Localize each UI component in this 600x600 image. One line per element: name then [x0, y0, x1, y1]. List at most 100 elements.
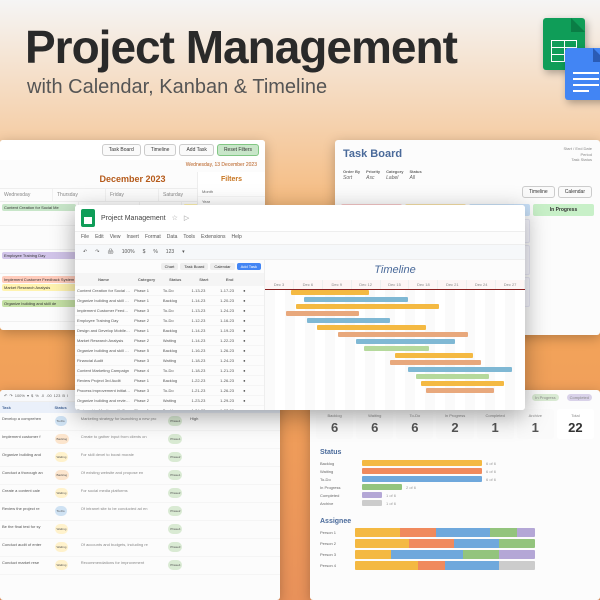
table-row[interactable]: Conduct market reseWaitingRecommendation… — [0, 557, 280, 575]
menu-item[interactable]: Insert — [126, 234, 139, 240]
assignee-row: Person 1 — [320, 528, 590, 537]
gantt-bar[interactable] — [390, 360, 481, 365]
status-bar-row: Backlog6 of 6 — [320, 460, 590, 466]
table-row[interactable]: Financial AuditPhase 3Waiting1-18-231-24… — [75, 356, 264, 366]
board-button[interactable]: Task Board — [180, 263, 208, 270]
table-row[interactable]: Process improvement initiative forPhase … — [75, 386, 264, 396]
assignee-row: Person 4 — [320, 561, 590, 570]
table-row[interactable]: Implement Customer Feedback SysPhase 3To… — [75, 306, 264, 316]
status-card: Archive1 — [517, 409, 554, 439]
table-row[interactable]: Conduct a thorough anBacklogOf existing … — [0, 467, 280, 485]
status-bar-row: Waiting6 of 6 — [320, 468, 590, 474]
gantt-bar[interactable] — [356, 339, 455, 344]
calendar-button[interactable]: Calendar — [558, 186, 592, 198]
page-title: Project Management — [25, 20, 575, 74]
table-row[interactable]: Create a content caleWaitingFor social m… — [0, 485, 280, 503]
table-row[interactable]: Organize building andWaitingFor skill de… — [0, 449, 280, 467]
gantt-bar[interactable] — [291, 290, 369, 295]
task-board-title: Task Board — [343, 148, 402, 160]
gantt-bar[interactable] — [307, 318, 390, 323]
status-bar-row: In Progress2 of 6 — [320, 484, 590, 490]
table-row[interactable]: Employee Training DayPhase 2To-Do1-12-23… — [75, 316, 264, 326]
menu-item[interactable]: Help — [232, 234, 242, 240]
status-bar-row: Completed1 of 6 — [320, 492, 590, 498]
task-board-filters[interactable]: Order BySort PriorityAsc CategoryLabel S… — [335, 166, 600, 184]
gantt-bar[interactable] — [317, 325, 426, 330]
filter-chip[interactable]: In Progress — [532, 394, 558, 401]
menu-item[interactable]: Extensions — [201, 234, 225, 240]
status-summary-cards: Backlog6Waiting6To-Do6In Progress2Comple… — [310, 405, 600, 443]
status-card: In Progress2 — [436, 409, 473, 439]
current-date: Wednesday, 13 December 2023 — [0, 160, 265, 170]
table-row[interactable]: Review Project 3rd AuditPhase 1Backlog1-… — [75, 376, 264, 386]
table-row[interactable]: Organize building and review devePhase 2… — [75, 396, 264, 406]
menu-item[interactable]: Format — [145, 234, 161, 240]
app-icons — [543, 18, 585, 70]
calendar-cell[interactable] — [0, 226, 79, 250]
table-row[interactable]: Implement customer fBacklogCreate to gat… — [0, 431, 280, 449]
assignee-row: Person 2 — [320, 539, 590, 548]
add-task-button[interactable]: Add Task — [179, 144, 213, 156]
table-row[interactable]: Be the final test for syWaitingPhase4 — [0, 521, 280, 539]
calendar-button[interactable]: Calendar — [210, 263, 234, 270]
gantt-bar[interactable] — [296, 304, 439, 309]
table-row[interactable]: Organize building and skill devicePhase … — [75, 346, 264, 356]
table-row[interactable]: Partnership Meeting with Supply CPhase 1… — [75, 406, 264, 410]
gantt-bar[interactable] — [338, 332, 468, 337]
document-title[interactable]: Project Management — [101, 215, 166, 222]
gantt-bar[interactable] — [426, 388, 494, 393]
toolbar[interactable]: ↶↷🖨100%$%123▾ — [75, 245, 525, 260]
table-row[interactable]: Develop a comprehenTo-DoMarketing strate… — [0, 413, 280, 431]
table-row[interactable]: Market Research AnalysisPhase 2Waiting1-… — [75, 336, 264, 346]
table-row[interactable]: Organize building and skill developPhase… — [75, 296, 264, 306]
calendar-cell[interactable]: Content Creation for Social Me — [0, 202, 79, 226]
add-task-button[interactable]: Add Task — [237, 263, 261, 270]
filter-chip[interactable]: Completed — [567, 394, 592, 401]
header: Project Management with Calendar, Kanban… — [25, 20, 575, 99]
kanban-column: In Progress — [533, 204, 594, 335]
google-docs-icon — [565, 48, 600, 100]
star-icon[interactable]: ☆ — [172, 214, 178, 222]
chart-button[interactable]: Chart — [161, 263, 179, 270]
gantt-bar[interactable] — [408, 367, 512, 372]
menu-item[interactable]: Data — [167, 234, 178, 240]
table-row[interactable]: Conduct audit of enterWaitingOf accounts… — [0, 539, 280, 557]
gantt-bar[interactable] — [364, 346, 429, 351]
timeline-panel: Project Management ☆ ▷ File Edit View Inser… — [75, 205, 525, 410]
status-bar-chart: Status Backlog6 of 6Waiting6 of 6To-Do6 … — [310, 443, 600, 514]
status-card: Backlog6 — [316, 409, 353, 439]
detail-table-panel: ↶↷100%▾$%.0.00123BI TaskStatusDescriptio… — [0, 390, 280, 600]
calendar-cell[interactable]: Organize building and skill de — [0, 298, 79, 322]
status-card: Waiting6 — [356, 409, 393, 439]
menu-item[interactable]: View — [110, 234, 121, 240]
table-row[interactable]: Design and Develop Mobile ApplicPhase 1B… — [75, 326, 264, 336]
move-icon[interactable]: ▷ — [184, 214, 189, 222]
status-bar-row: Archive1 of 6 — [320, 500, 590, 506]
menu-item[interactable]: Tools — [183, 234, 195, 240]
table-row[interactable]: Content Creation for Social MediaPhase 1… — [75, 286, 264, 296]
gantt-bar[interactable] — [421, 381, 504, 386]
calendar-cell[interactable]: Employee Training Day — [0, 250, 79, 274]
task-table: Chart Task Board Calendar Add Task NameC… — [75, 260, 264, 410]
timeline-button[interactable]: Timeline — [522, 186, 555, 198]
gantt-bar[interactable] — [395, 353, 473, 358]
menu-item[interactable]: File — [81, 234, 89, 240]
task-board-meta: Start / End DatePeriodTask Status — [564, 146, 592, 163]
status-bar-row: To-Do6 of 6 — [320, 476, 590, 482]
menu-item[interactable]: Edit — [95, 234, 104, 240]
dashboard-panel: StatusTo-DoIn ProgressCompleted Backlog6… — [310, 390, 600, 600]
task-board-button[interactable]: Task Board — [102, 144, 141, 156]
status-card: Total22 — [557, 409, 594, 439]
gantt-bar[interactable] — [304, 297, 408, 302]
calendar-cell[interactable]: Implement Customer Feedback SystemMarket… — [0, 274, 79, 298]
gantt-bar[interactable] — [286, 311, 359, 316]
table-row[interactable]: Review the project reTo-DoOf intranet si… — [0, 503, 280, 521]
table-row[interactable]: Content Marketing CampaignPhase 4To-Do1-… — [75, 366, 264, 376]
menu-bar[interactable]: File Edit View Insert Format Data Tools Extensi… — [75, 232, 525, 245]
reset-filters-button[interactable]: Reset Filters — [217, 144, 259, 156]
filter-item[interactable]: Month — [198, 187, 265, 197]
gantt-bar[interactable] — [416, 374, 489, 379]
timeline-chart: Timeline Dec 3Dec 6Dec 9Dec 12Dec 15Dec … — [264, 260, 525, 410]
status-card: Completed1 — [477, 409, 514, 439]
timeline-button[interactable]: Timeline — [144, 144, 177, 156]
